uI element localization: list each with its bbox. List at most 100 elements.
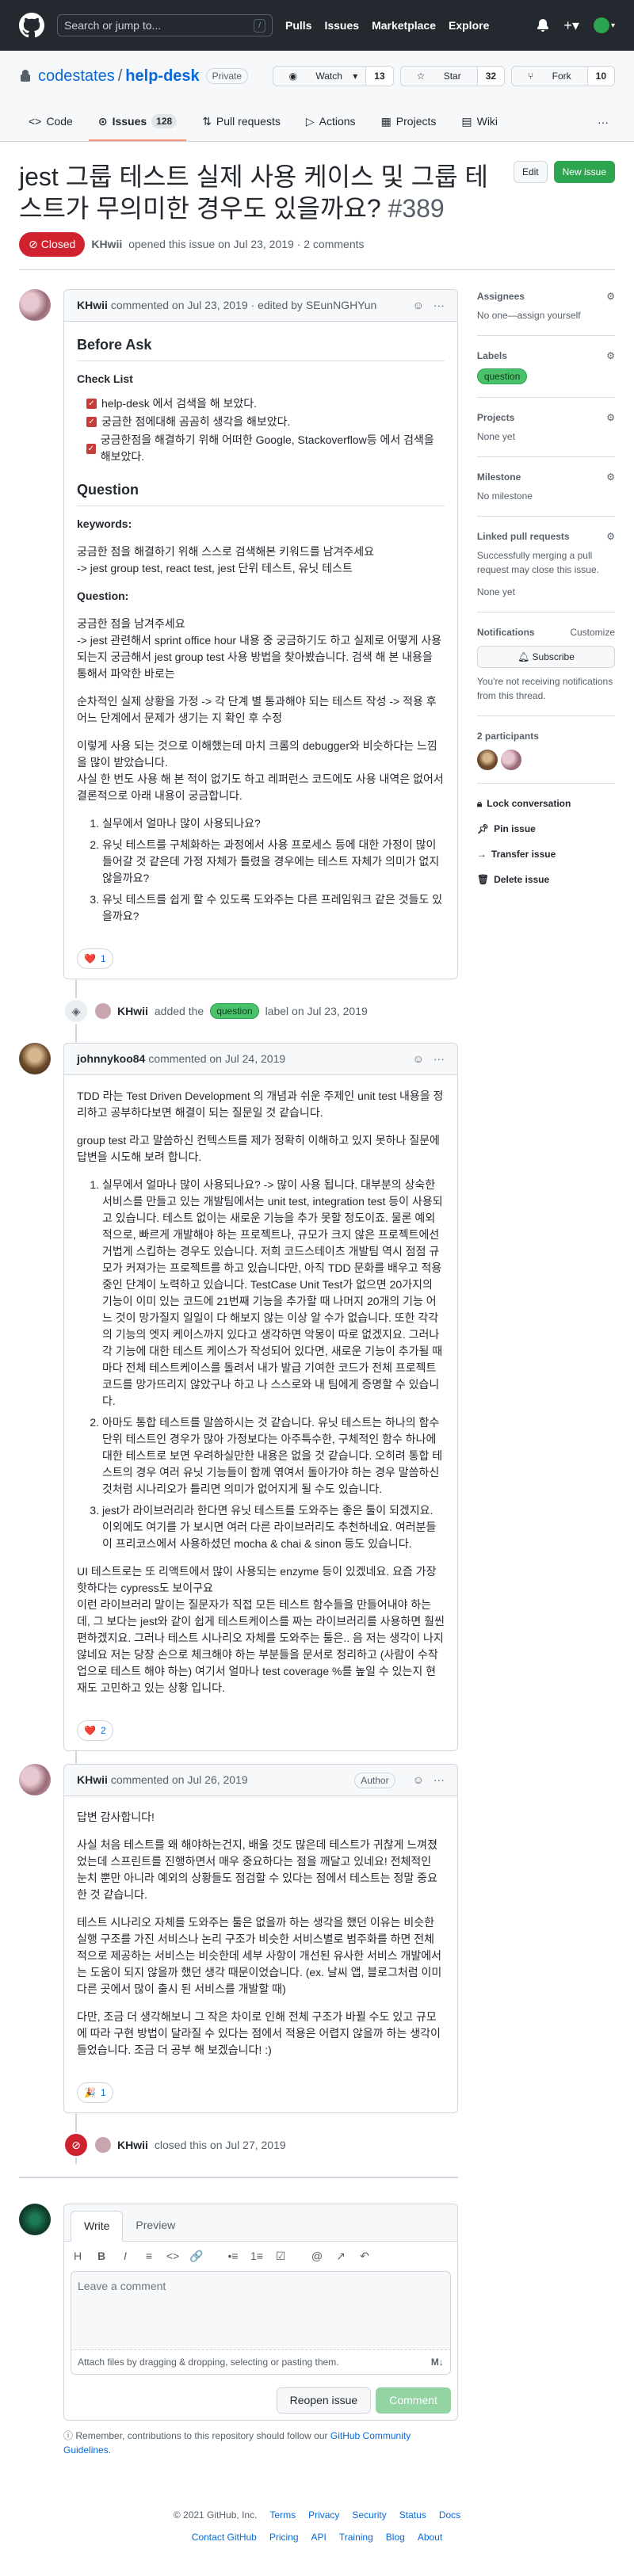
comment-button[interactable]: Comment (376, 2387, 451, 2414)
nav-explore[interactable]: Explore (449, 17, 489, 34)
notifications-bell-icon[interactable] (537, 19, 549, 32)
footer-link-security[interactable]: Security (352, 2508, 386, 2522)
code-icon[interactable]: <> (166, 2248, 180, 2265)
fork-button[interactable]: ⑂ Fork 10 (511, 66, 615, 86)
footer-link-privacy[interactable]: Privacy (308, 2508, 339, 2522)
comment-author[interactable]: KHwii (77, 1772, 108, 1788)
comment-author[interactable]: KHwii (77, 297, 108, 314)
smiley-icon[interactable]: ☺ (413, 1051, 424, 1067)
bold-icon[interactable]: B (94, 2248, 109, 2265)
avatar[interactable] (95, 2137, 111, 2153)
reaction-heart[interactable]: ❤️ 1 (77, 948, 113, 969)
italic-icon[interactable]: I (118, 2248, 132, 2265)
footer-link-blog[interactable]: Blog (386, 2530, 405, 2544)
star-count[interactable]: 32 (476, 67, 505, 86)
quote-icon[interactable]: ≡ (142, 2248, 156, 2265)
reopen-issue-button[interactable]: Reopen issue (276, 2387, 372, 2414)
gear-icon[interactable]: ⚙ (606, 470, 615, 484)
avatar[interactable] (19, 1043, 51, 1074)
github-logo-icon[interactable] (19, 13, 44, 38)
tab-code[interactable]: <> Code (19, 103, 82, 141)
nav-pulls[interactable]: Pulls (285, 17, 311, 34)
more-tabs-icon[interactable]: ··· (591, 103, 615, 141)
footer-link-api[interactable]: API (311, 2530, 327, 2544)
create-new-plus-icon[interactable]: +▾ (563, 15, 579, 36)
search-input[interactable]: Search or jump to... / (57, 14, 273, 36)
task-list-icon[interactable]: ☑ (273, 2248, 288, 2265)
smiley-icon[interactable]: ☺ (413, 297, 424, 314)
markdown-icon[interactable]: M↓ (431, 2355, 444, 2369)
linked-pr-heading[interactable]: Linked pull requests (477, 529, 570, 544)
ordered-list-icon[interactable]: 1≡ (250, 2248, 264, 2265)
footer-link-docs[interactable]: Docs (439, 2508, 460, 2522)
tab-wiki[interactable]: ▤ Wiki (452, 103, 507, 141)
event-author[interactable]: KHwii (117, 2137, 148, 2154)
kebab-menu-icon[interactable]: ··· (433, 1772, 445, 1788)
avatar[interactable] (19, 2204, 51, 2235)
kebab-menu-icon[interactable]: ··· (433, 1051, 445, 1067)
footer-link-about[interactable]: About (418, 2530, 442, 2544)
milestone-heading[interactable]: Milestone (477, 470, 521, 484)
new-issue-button[interactable]: New issue (553, 161, 615, 183)
label-question[interactable]: question (210, 1003, 259, 1019)
cross-reference-icon[interactable]: ↗ (334, 2248, 348, 2265)
gear-icon[interactable]: ⚙ (606, 349, 615, 363)
repo-owner-link[interactable]: codestates (38, 64, 115, 88)
checkbox-checked-icon[interactable]: ✓ (86, 443, 96, 454)
nav-issues[interactable]: Issues (324, 17, 359, 34)
projects-heading[interactable]: Projects (477, 410, 514, 425)
customize-link[interactable]: Customize (570, 625, 615, 639)
delete-issue-button[interactable]: 🗑︎ Delete issue (477, 872, 615, 887)
footer-link-contact[interactable]: Contact GitHub (192, 2530, 257, 2544)
tab-write[interactable]: Write (71, 2211, 124, 2242)
comment-author[interactable]: johnnykoo84 (77, 1051, 145, 1067)
avatar[interactable] (95, 1003, 111, 1019)
footer-link-pricing[interactable]: Pricing (269, 2530, 299, 2544)
reaction-hooray[interactable]: 🎉 1 (77, 2082, 113, 2103)
mention-icon[interactable]: @ (310, 2248, 324, 2265)
gear-icon[interactable]: ⚙ (606, 410, 615, 425)
footer-link-terms[interactable]: Terms (269, 2508, 296, 2522)
user-menu[interactable]: ▾ (593, 17, 615, 33)
reaction-heart[interactable]: ❤️ 2 (77, 1720, 113, 1741)
smiley-icon[interactable]: ☺ (413, 1772, 424, 1788)
footer-link-training[interactable]: Training (339, 2530, 373, 2544)
gear-icon[interactable]: ⚙ (606, 289, 615, 303)
participant-avatar[interactable] (476, 750, 498, 770)
tab-preview[interactable]: Preview (123, 2211, 188, 2241)
star-button[interactable]: ☆ Star 32 (399, 66, 506, 86)
gear-icon[interactable]: ⚙ (606, 529, 615, 544)
watch-button[interactable]: ◉ Watch ▾ 13 (272, 66, 394, 86)
label-question[interactable]: question (476, 368, 528, 384)
checkbox-checked-icon[interactable]: ✓ (86, 417, 97, 427)
fork-count[interactable]: 10 (586, 67, 614, 86)
labels-heading[interactable]: Labels (477, 349, 507, 363)
avatar[interactable] (19, 1764, 51, 1796)
checkbox-checked-icon[interactable]: ✓ (86, 399, 97, 409)
heading-icon[interactable]: H (71, 2248, 85, 2265)
subscribe-button[interactable]: 🔔︎ Subscribe (476, 646, 615, 668)
attach-files-bar[interactable]: Attach files by dragging & dropping, sel… (71, 2350, 451, 2375)
assignees-value[interactable]: No one—assign yourself (477, 308, 615, 322)
edit-title-button[interactable]: Edit (513, 161, 548, 183)
tab-actions[interactable]: ▷ Actions (296, 103, 365, 141)
tab-issues[interactable]: ⊙ Issues 128 (88, 103, 187, 141)
watch-count[interactable]: 13 (365, 67, 393, 86)
unordered-list-icon[interactable]: •≡ (226, 2248, 240, 2265)
footer-link-status[interactable]: Status (399, 2508, 426, 2522)
transfer-issue-button[interactable]: → Transfer issue (477, 847, 615, 861)
tab-pull-requests[interactable]: ⇅ Pull requests (193, 103, 290, 141)
assignees-heading[interactable]: Assignees (477, 289, 525, 303)
tab-projects[interactable]: ▦ Projects (372, 103, 446, 141)
comment-textarea[interactable]: Leave a comment (71, 2271, 451, 2350)
repo-name-link[interactable]: help-desk (125, 64, 199, 88)
event-author[interactable]: KHwii (117, 1003, 148, 1020)
issue-author-link[interactable]: KHwii (91, 236, 122, 253)
pin-issue-button[interactable]: 📌︎ Pin issue (477, 822, 615, 836)
lock-conversation-button[interactable]: 🔒︎ Lock conversation (477, 796, 615, 811)
link-icon[interactable]: 🔗 (189, 2248, 204, 2265)
avatar[interactable] (19, 289, 51, 321)
participant-avatar[interactable] (500, 750, 521, 770)
kebab-menu-icon[interactable]: ··· (433, 297, 445, 314)
nav-marketplace[interactable]: Marketplace (372, 17, 436, 34)
